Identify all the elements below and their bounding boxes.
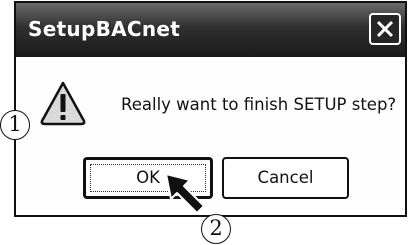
cancel-button[interactable]: Cancel <box>222 157 349 199</box>
cancel-button-label: Cancel <box>257 168 314 187</box>
callout-1: 1 <box>0 110 30 140</box>
callout-2: 2 <box>201 214 231 244</box>
close-button[interactable] <box>369 13 401 45</box>
pointer-arrow-icon <box>165 173 205 214</box>
title-bar[interactable]: SetupBACnet <box>16 3 405 57</box>
dialog-body: Really want to finish SETUP step? OK Can… <box>16 57 405 215</box>
dialog-title: SetupBACnet <box>28 17 181 41</box>
ok-button-label: OK <box>136 168 160 187</box>
confirm-dialog: SetupBACnet Really want to finish SETUP … <box>14 1 407 217</box>
close-icon <box>376 20 394 38</box>
warning-icon <box>40 81 86 126</box>
dialog-message: Really want to finish SETUP step? <box>121 95 397 114</box>
